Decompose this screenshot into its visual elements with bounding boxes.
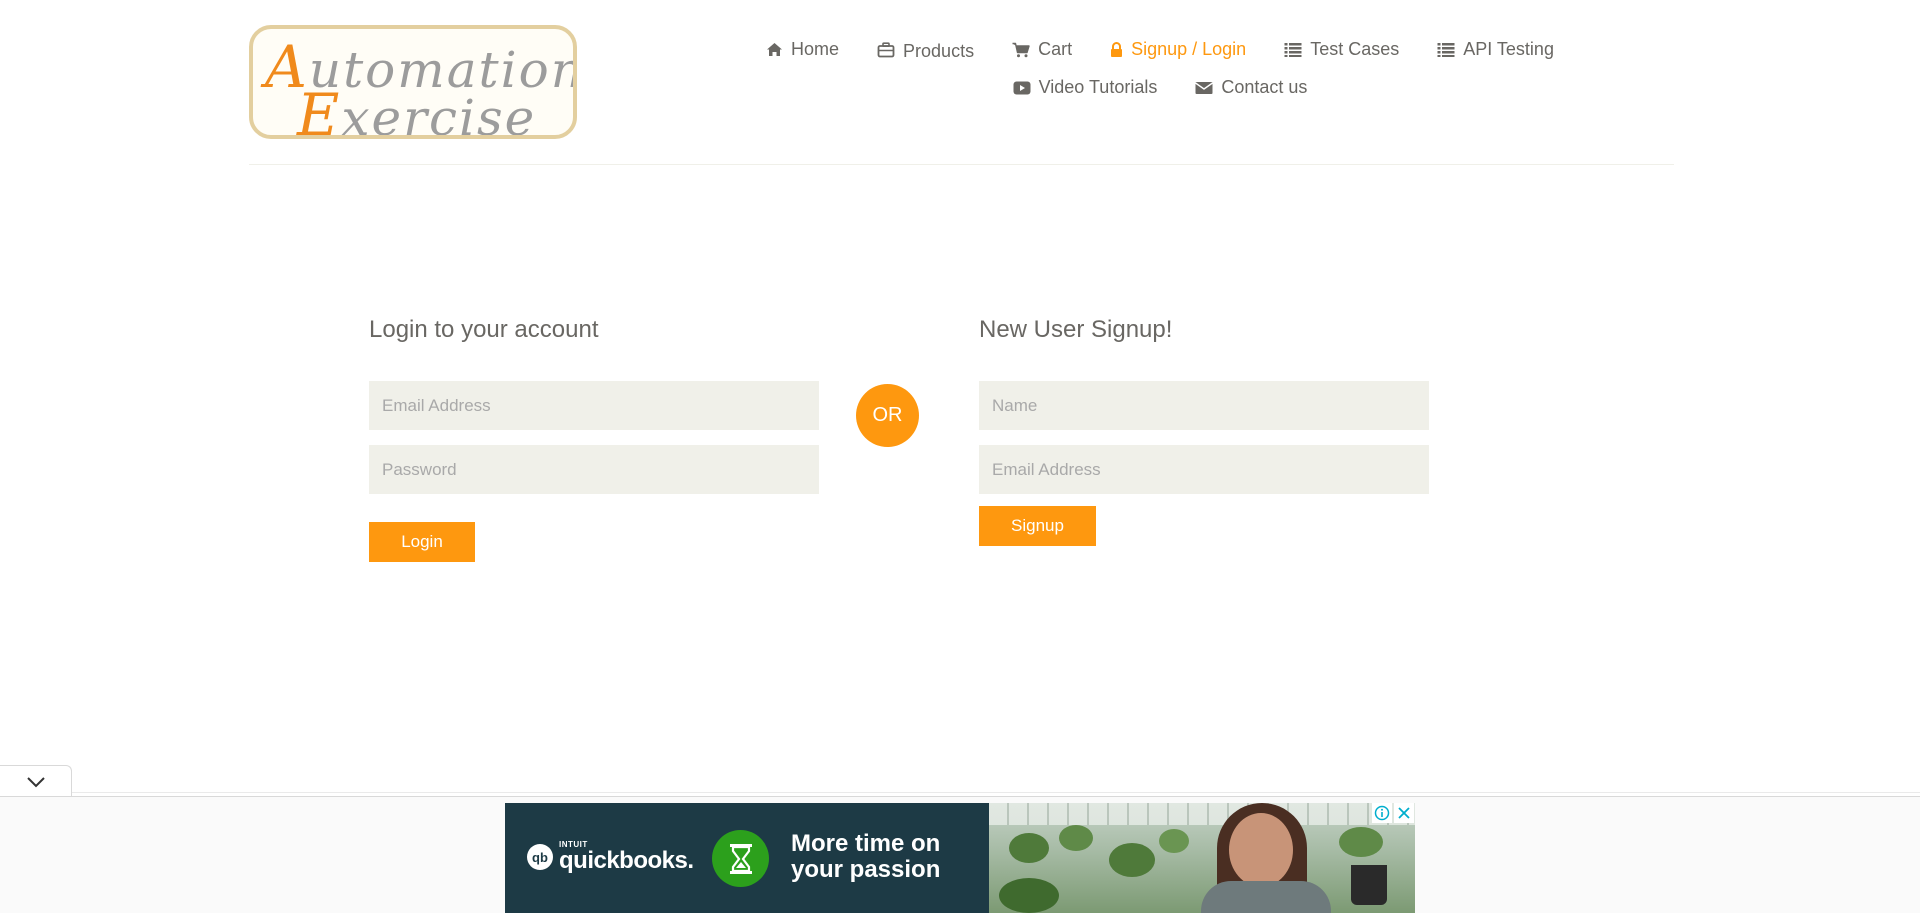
ad-brand-name: quickbooks. <box>559 847 694 874</box>
ad-brand-logo: qb INTUIT quickbooks. <box>527 841 694 873</box>
nav-cart-label: Cart <box>1038 39 1073 59</box>
nav-test-cases[interactable]: Test Cases <box>1284 36 1399 63</box>
home-icon <box>767 43 783 56</box>
nav-products-label: Products <box>903 41 975 61</box>
nav-signup-login[interactable]: Signup / Login <box>1110 36 1246 63</box>
chevron-down-icon <box>26 776 45 787</box>
nav-video-tutorials[interactable]: Video Tutorials <box>1013 74 1158 101</box>
list-icon <box>1437 43 1455 57</box>
site-header: Automation Exercise Home Products Cart S… <box>0 0 1920 166</box>
main-nav: Home Products Cart Signup / Login Test C… <box>740 36 1580 112</box>
logo-cap-e: E <box>297 81 342 139</box>
nav-home-label: Home <box>791 39 840 59</box>
login-email-input[interactable] <box>369 381 819 430</box>
envelope-icon <box>1195 81 1214 94</box>
youtube-play-icon <box>1013 81 1031 94</box>
ad-photo <box>989 803 1415 913</box>
header-divider <box>249 164 1674 165</box>
site-logo[interactable]: Automation Exercise <box>249 25 577 139</box>
or-divider: OR <box>856 384 919 447</box>
ad-banner[interactable]: qb INTUIT quickbooks. More time on your … <box>505 803 1415 913</box>
ad-top-line <box>72 792 1920 793</box>
nav-test-cases-label: Test Cases <box>1310 39 1400 59</box>
nav-contact-us[interactable]: Contact us <box>1195 74 1307 101</box>
signup-title: New User Signup! <box>979 316 1173 343</box>
ad-info-icon[interactable] <box>1372 803 1392 823</box>
cart-icon <box>1012 42 1030 57</box>
nav-products[interactable]: Products <box>877 36 974 63</box>
nav-api-testing-label: API Testing <box>1463 39 1554 59</box>
hourglass-icon <box>712 830 769 887</box>
ad-collapse-toggle[interactable] <box>0 765 72 797</box>
qb-logo-icon: qb <box>527 844 553 870</box>
signup-name-input[interactable] <box>979 381 1429 430</box>
nav-api-testing[interactable]: API Testing <box>1437 36 1554 63</box>
ad-close-icon[interactable] <box>1394 803 1414 823</box>
nav-video-tutorials-label: Video Tutorials <box>1038 77 1158 97</box>
ad-headline: More time on your passion <box>791 830 941 883</box>
nav-signup-login-label: Signup / Login <box>1131 39 1247 59</box>
signup-email-input[interactable] <box>979 445 1429 494</box>
nav-contact-us-label: Contact us <box>1221 77 1308 97</box>
login-title: Login to your account <box>369 316 599 343</box>
nav-cart[interactable]: Cart <box>1012 36 1072 63</box>
login-password-input[interactable] <box>369 445 819 494</box>
login-button[interactable]: Login <box>369 522 475 562</box>
list-icon <box>1284 43 1302 57</box>
nav-home[interactable]: Home <box>766 36 839 63</box>
lock-icon <box>1111 41 1123 57</box>
briefcase-icon <box>877 41 895 57</box>
logo-text-line2: xercise <box>341 89 537 139</box>
signup-button[interactable]: Signup <box>979 506 1096 546</box>
